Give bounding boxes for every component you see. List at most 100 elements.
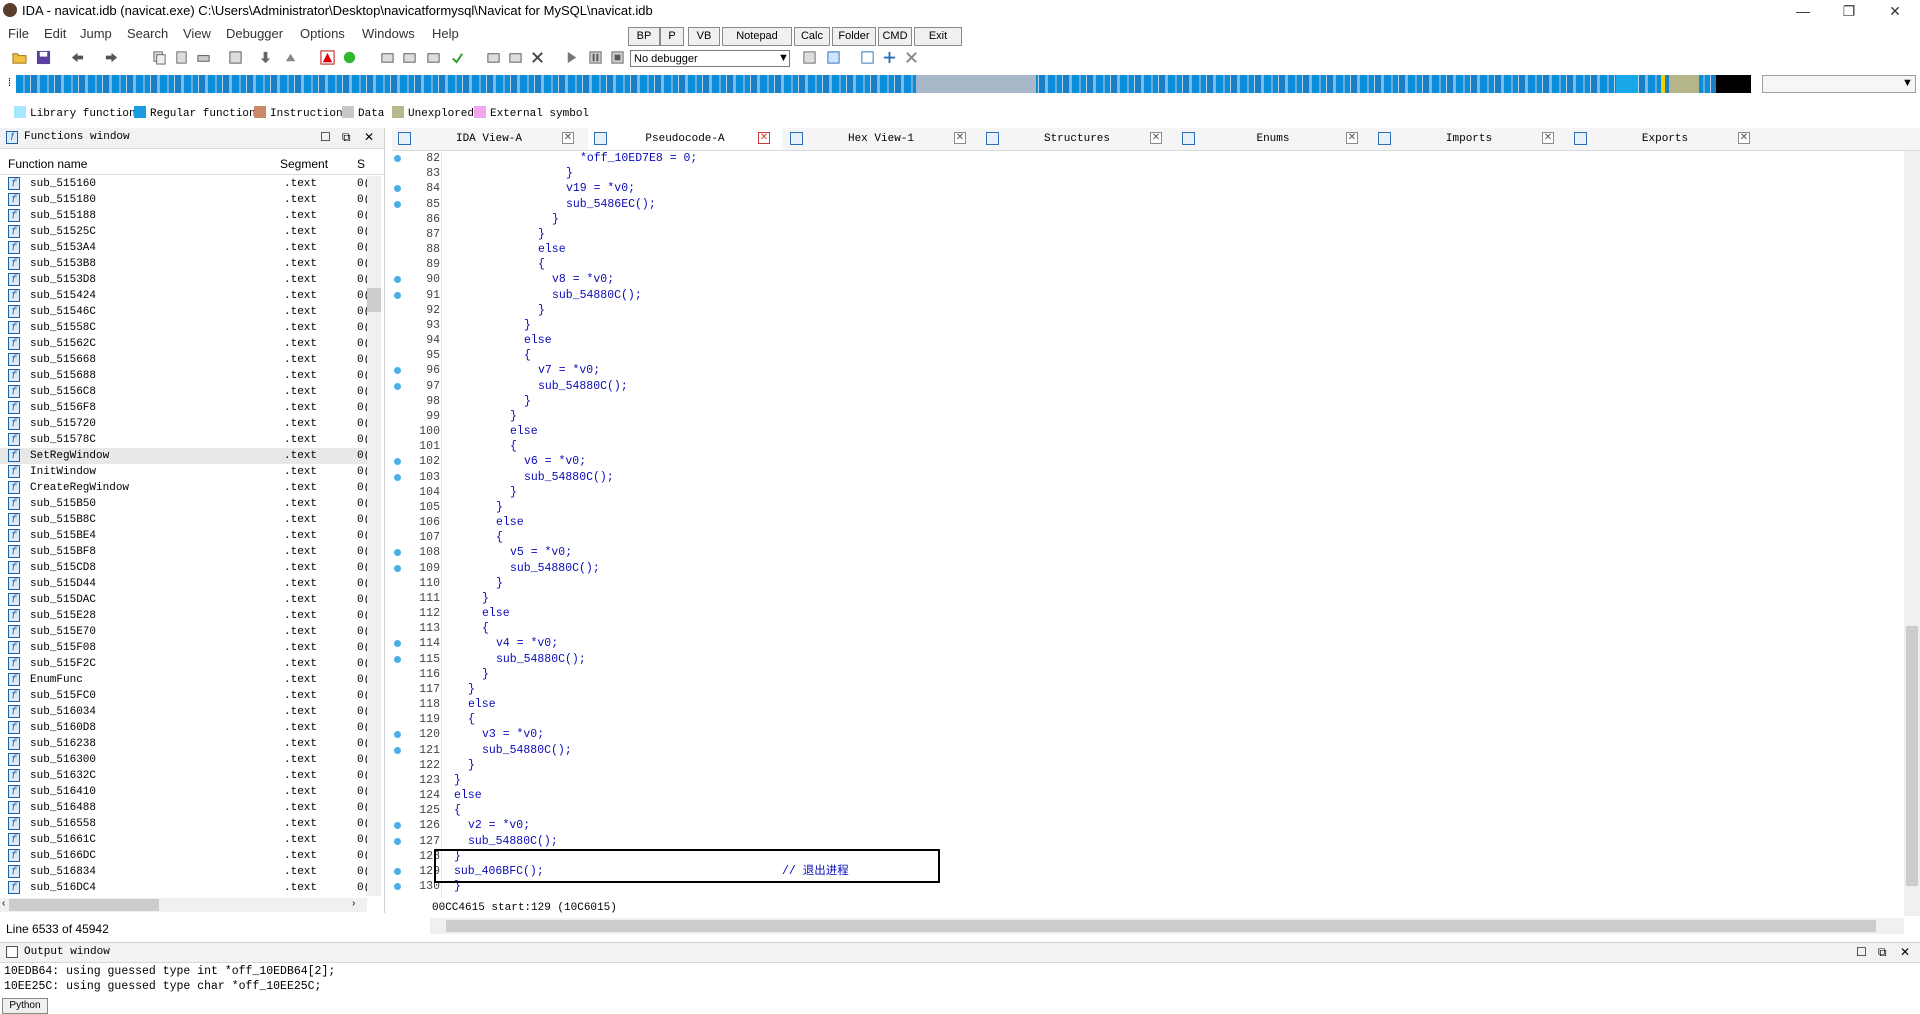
code-line[interactable]: 114 v4 = *v0; (392, 636, 1892, 651)
menu-file[interactable]: File (8, 26, 29, 41)
code-line[interactable]: 97 sub_54880C(); (392, 379, 1892, 394)
col-start[interactable]: S (357, 157, 365, 171)
code-line[interactable]: 86} (392, 212, 1892, 227)
patch-icon[interactable] (486, 50, 501, 65)
close-icon[interactable]: ✕ (1346, 132, 1358, 144)
scrollbar-thumb[interactable] (446, 920, 1876, 932)
edit-icon[interactable] (508, 50, 523, 65)
menu-edit[interactable]: Edit (44, 26, 66, 41)
code-line[interactable]: 82 *off_10ED7E8 = 0; (392, 151, 1892, 166)
function-row[interactable]: f sub_5156C8 .text 0( (0, 384, 372, 400)
python-button[interactable]: Python (2, 998, 48, 1014)
code-line[interactable]: 91 sub_54880C(); (392, 288, 1892, 303)
code-line[interactable]: 120 v3 = *v0; (392, 727, 1892, 742)
code-line[interactable]: 107 { (392, 530, 1892, 545)
float-icon[interactable]: ⧉ (1878, 945, 1887, 960)
pseudocode-vertical-scrollbar[interactable] (1904, 151, 1920, 916)
code-line[interactable]: 103 sub_54880C(); (392, 470, 1892, 485)
restore-button[interactable]: ❐ (1826, 0, 1872, 22)
float-icon[interactable]: ⧉ (342, 130, 351, 145)
code-line[interactable]: 127 sub_54880C(); (392, 834, 1892, 849)
close-icon[interactable]: ✕ (1542, 132, 1554, 144)
function-row[interactable]: f sub_515BF8 .text 0( (0, 544, 372, 560)
breakpoint-dot[interactable] (394, 155, 401, 162)
code-line[interactable]: 123} (392, 773, 1892, 788)
tab-exports[interactable]: Exports ✕ (1568, 128, 1762, 150)
function-row[interactable]: f sub_516488 .text 0( (0, 800, 372, 816)
close-icon[interactable]: ✕ (758, 132, 770, 144)
function-row[interactable]: f sub_516410 .text 0( (0, 784, 372, 800)
function-row[interactable]: f sub_5153B8 .text 0( (0, 256, 372, 272)
paste-icon[interactable] (174, 50, 189, 65)
tab-enums[interactable]: Enums ✕ (1176, 128, 1370, 150)
code-line[interactable]: 98} (392, 394, 1892, 409)
breakpoint-dot[interactable] (394, 564, 401, 572)
cmd-button[interactable]: CMD (878, 27, 912, 46)
menu-windows[interactable]: Windows (362, 26, 415, 41)
close-icon[interactable]: ✕ (1900, 945, 1910, 959)
chevron-down-icon[interactable]: ▼ (778, 52, 789, 64)
breakpoint-dot[interactable] (394, 883, 401, 891)
breakpoint-dot[interactable] (394, 731, 401, 739)
breakpoint-dot[interactable] (394, 837, 401, 845)
function-row[interactable]: f sub_515424 .text 0( (0, 288, 372, 304)
delete-breakpoint-icon[interactable] (904, 50, 919, 65)
function-row[interactable]: f sub_515D44 .text 0( (0, 576, 372, 592)
scroll-right-icon[interactable]: › (352, 898, 355, 909)
function-row[interactable]: f sub_5153D8 .text 0( (0, 272, 372, 288)
exit-button[interactable]: Exit (914, 27, 962, 46)
nav-left-icon[interactable]: ⁞ (8, 77, 11, 89)
breakpoint-dot[interactable] (394, 367, 401, 375)
graph-icon[interactable] (380, 50, 395, 65)
menu-view[interactable]: View (183, 26, 211, 41)
function-row[interactable]: f sub_515FC0 .text 0( (0, 688, 372, 704)
function-row[interactable]: f SetRegWindow .text 0( (0, 448, 372, 464)
minimize-button[interactable]: — (1780, 0, 1826, 22)
jump-icon[interactable] (284, 50, 299, 65)
code-line[interactable]: 102 v6 = *v0; (392, 454, 1892, 469)
function-row[interactable]: f sub_515DAC .text 0( (0, 592, 372, 608)
code-line[interactable]: 95 { (392, 348, 1892, 363)
calc-button[interactable]: Calc (794, 27, 830, 46)
folder-button[interactable]: Folder (832, 27, 876, 46)
copy-icon[interactable] (152, 50, 167, 65)
function-row[interactable]: f sub_515E28 .text 0( (0, 608, 372, 624)
breakpoint-dot[interactable] (394, 382, 401, 390)
forward-arrow-icon[interactable] (104, 50, 119, 65)
code-line[interactable]: 84 v19 = *v0; (392, 181, 1892, 196)
pause-icon[interactable] (588, 50, 603, 65)
code-line[interactable]: 125 { (392, 803, 1892, 818)
breakpoint-dot[interactable] (394, 549, 401, 557)
tab-pseudocode-a[interactable]: Pseudocode-A ✕ (588, 128, 782, 150)
code-line[interactable]: 122} (392, 758, 1892, 773)
function-row[interactable]: f sub_515188 .text 0( (0, 208, 372, 224)
cancel-x-icon[interactable] (530, 50, 545, 65)
function-row[interactable]: f sub_516DC4 .text 0( (0, 880, 372, 894)
breakpoint-dot[interactable] (394, 822, 401, 830)
function-row[interactable]: f sub_515B8C .text 0( (0, 512, 372, 528)
function-row[interactable]: f sub_515CD8 .text 0( (0, 560, 372, 576)
scrollbar-thumb[interactable] (367, 288, 381, 312)
code-line[interactable]: 104} (392, 485, 1892, 500)
menu-search[interactable]: Search (127, 26, 168, 41)
code-line[interactable]: 105} (392, 500, 1892, 515)
function-row[interactable]: f sub_51578C .text 0( (0, 432, 372, 448)
breakpoint-dot[interactable] (394, 473, 401, 481)
function-row[interactable]: f sub_515160 .text 0( (0, 176, 372, 192)
function-row[interactable]: f sub_51632C .text 0( (0, 768, 372, 784)
function-row[interactable]: f sub_515180 .text 0( (0, 192, 372, 208)
code-line[interactable]: 117} (392, 682, 1892, 697)
code-line[interactable]: 83} (392, 166, 1892, 181)
function-row[interactable]: f sub_5153A4 .text 0( (0, 240, 372, 256)
code-line[interactable]: 113 { (392, 621, 1892, 636)
code-line[interactable]: 110} (392, 576, 1892, 591)
function-row[interactable]: f sub_5156F8 .text 0( (0, 400, 372, 416)
close-icon[interactable]: ✕ (1150, 132, 1162, 144)
nav-band-dropdown[interactable] (1762, 75, 1916, 93)
maximize-icon[interactable]: ☐ (320, 130, 331, 144)
code-line[interactable]: 89 { (392, 257, 1892, 272)
p-button[interactable]: P (660, 27, 684, 46)
col-function-name[interactable]: Function name (8, 157, 87, 171)
green-circle-icon[interactable] (342, 50, 357, 65)
function-row[interactable]: f sub_5166DC .text 0( (0, 848, 372, 864)
